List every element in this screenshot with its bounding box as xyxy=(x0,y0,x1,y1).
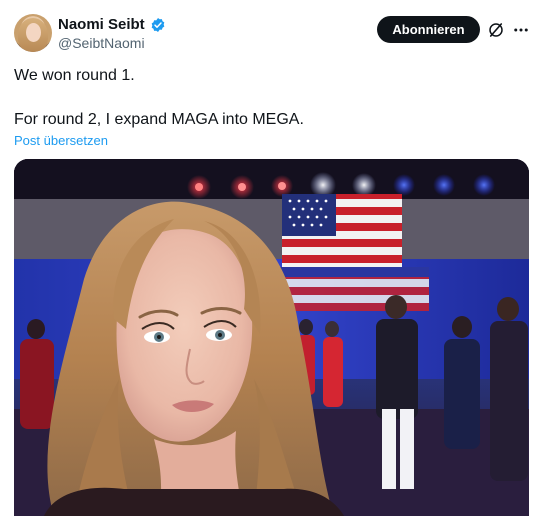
avatar[interactable] xyxy=(14,14,52,52)
grok-icon[interactable] xyxy=(487,21,505,39)
tweet-text-line-2: For round 2, I expand MAGA into MEGA. xyxy=(14,111,304,128)
follow-button[interactable]: Abonnieren xyxy=(377,16,480,43)
tweet-card: Naomi Seibt @SeibtNaomi Abonnieren We wo… xyxy=(0,0,545,516)
author-name-row: Naomi Seibt xyxy=(58,16,166,33)
author-name[interactable]: Naomi Seibt xyxy=(58,16,145,33)
tweet-text-line-1: We won round 1. xyxy=(14,67,135,84)
avatar-face xyxy=(26,23,41,42)
tweet-photo[interactable] xyxy=(14,159,529,516)
more-icon[interactable] xyxy=(512,21,530,39)
selfie-photo-image xyxy=(14,159,529,516)
american-flag xyxy=(282,194,402,270)
author-handle[interactable]: @SeibtNaomi xyxy=(58,35,145,51)
translate-post-link[interactable]: Post übersetzen xyxy=(14,133,108,148)
verified-badge-icon xyxy=(151,17,165,32)
